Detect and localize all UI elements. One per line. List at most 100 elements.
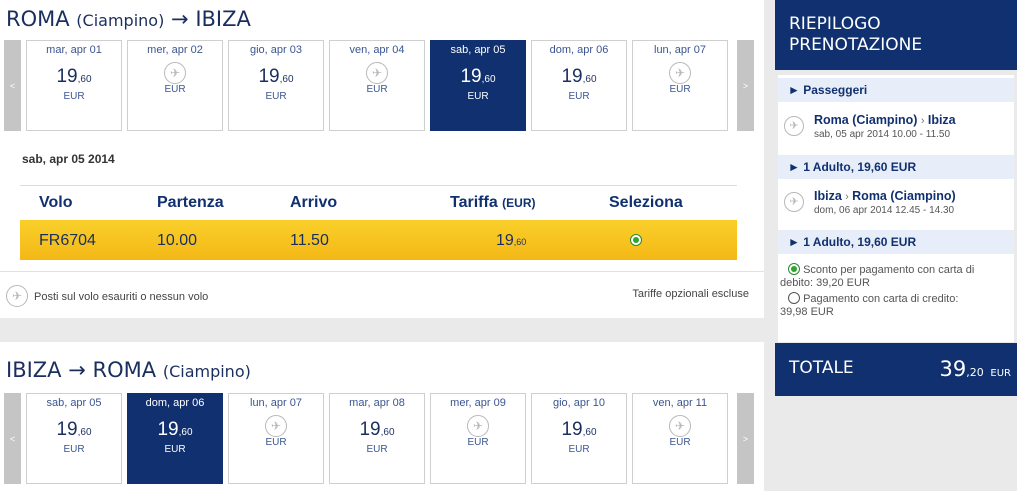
credit-option[interactable]: Pagamento con carta di credito:: [780, 292, 1014, 306]
price-cents: ,60: [77, 427, 92, 438]
price-cents: ,60: [380, 427, 395, 438]
payment-options: Sconto per pagamento con carta di debito…: [778, 263, 1014, 319]
prev-dates-button[interactable]: <: [4, 40, 21, 131]
inbound-date-bar: < sab, apr 05 19,60 EUR dom, apr 06 19,60 EUR…: [4, 393, 754, 484]
flight-arrival: 11.50: [290, 232, 329, 249]
inbound-date-cell[interactable]: dom, apr 06 19,60 EUR: [127, 393, 223, 484]
sold-out-plane-icon: ✈: [669, 415, 691, 437]
debit-amount: debito: 39,20 EUR: [780, 277, 870, 289]
route-to: IBIZA: [195, 7, 251, 31]
price-int: 19: [157, 419, 179, 440]
date-currency: EUR: [467, 437, 489, 448]
flight-number: FR6704: [39, 232, 96, 249]
next-dates-button[interactable]: >: [737, 393, 754, 484]
date-label: mer, apr 09: [450, 397, 506, 409]
outbound-date-cell[interactable]: ven, apr 04 ✈ EUR: [329, 40, 425, 131]
outbound-date-cell[interactable]: lun, apr 07 ✈ EUR: [632, 40, 728, 131]
date-currency: EUR: [366, 84, 388, 95]
sold-out-plane-icon: ✈: [467, 415, 489, 437]
debit-option[interactable]: Sconto per pagamento con carta di: [780, 263, 1014, 277]
sold-out-plane-icon: ✈: [669, 62, 691, 84]
date-currency: EUR: [568, 444, 590, 455]
route-arrow: →: [68, 358, 86, 382]
flight-table-header: Volo Partenza Arrivo Tariffa (EUR) Selez…: [20, 190, 737, 216]
prev-dates-button[interactable]: <: [4, 393, 21, 484]
route-from-sub: (Ciampino): [76, 11, 165, 30]
credit-radio[interactable]: [788, 292, 800, 304]
date-label: dom, apr 06: [145, 397, 205, 409]
inbound-fare-toggle[interactable]: ► 1 Adulto, 19,60 EUR: [778, 230, 1014, 254]
inbound-date-cell[interactable]: mar, apr 08 19,60 EUR: [329, 393, 425, 484]
total-cents: ,20: [966, 366, 984, 379]
sold-out-plane-icon: ✈: [164, 62, 186, 84]
outbound-date-cell[interactable]: sab, apr 05 19,60 EUR: [430, 40, 526, 131]
inbound-date-cell[interactable]: sab, apr 05 19,60 EUR: [26, 393, 122, 484]
inbound-date-cell[interactable]: gio, apr 10 19,60 EUR: [531, 393, 627, 484]
date-label: lun, apr 07: [654, 44, 706, 56]
date-label: ven, apr 11: [652, 397, 708, 409]
sold-out-plane-icon: ✈: [6, 285, 28, 307]
summary-out-from: Roma (Ciampino): [814, 113, 918, 127]
summary-body: ► Passeggeri ✈ Roma (Ciampino) › Ibiza s…: [778, 75, 1014, 342]
route-sep: ›: [845, 191, 849, 203]
date-label: mar, apr 01: [46, 44, 102, 56]
passengers-toggle[interactable]: ► Passeggeri: [778, 78, 1014, 102]
credit-label: Pagamento con carta di credito:: [803, 293, 959, 305]
col-arrivo: Arrivo: [290, 194, 338, 211]
outbound-date-bar: < mar, apr 01 19,60 EUR mer, apr 02 ✈ EUR gio,…: [4, 40, 754, 131]
date-label: dom, apr 06: [549, 44, 609, 56]
col-partenza: Partenza: [157, 194, 224, 211]
date-currency: EUR: [265, 437, 287, 448]
outbound-date-cell[interactable]: mer, apr 02 ✈ EUR: [127, 40, 223, 131]
sold-out-legend: Posti sul volo esauriti o nessun volo: [34, 291, 209, 303]
inbound-summary: ✈ Ibiza › Roma (Ciampino) dom, 06 apr 20…: [778, 184, 1014, 227]
route-to-sub: (Ciampino): [162, 362, 251, 381]
summary-title-line1: RIEPILOGO: [789, 14, 881, 34]
debit-radio[interactable]: [788, 263, 800, 275]
date-currency: EUR: [669, 437, 691, 448]
outbound-route-title: ROMA (Ciampino) → IBIZA: [6, 7, 251, 31]
date-price: 19,60: [330, 419, 424, 441]
sold-out-plane-icon: ✈: [265, 415, 287, 437]
route-sep: ›: [920, 115, 925, 127]
inbound-date-cell[interactable]: mer, apr 09 ✈ EUR: [430, 393, 526, 484]
outbound-date-cell[interactable]: mar, apr 01 19,60 EUR: [26, 40, 122, 131]
date-price: 19,60: [229, 66, 323, 88]
outbound-date-cell[interactable]: dom, apr 06 19,60 EUR: [531, 40, 627, 131]
price-cents: ,60: [77, 74, 92, 85]
next-dates-button[interactable]: >: [737, 40, 754, 131]
price-int: 19: [258, 66, 280, 87]
select-flight-radio[interactable]: [630, 234, 642, 246]
summary-out-to: Ibiza: [927, 113, 956, 127]
summary-in-from: Ibiza: [814, 189, 842, 203]
price-cents: ,60: [582, 427, 597, 438]
price-int: 19: [460, 66, 482, 87]
summary-in-time: dom, 06 apr 2014 12.45 - 14.30: [814, 205, 955, 216]
price-int: 19: [359, 419, 381, 440]
total-amount: 39,20 EUR: [939, 357, 1011, 381]
date-currency: EUR: [164, 84, 186, 95]
col-tariffa-label: Tariffa: [450, 194, 498, 211]
date-price: 19,60: [27, 66, 121, 88]
date-price: 19,60: [27, 419, 121, 441]
col-tariffa: Tariffa (EUR): [450, 194, 536, 212]
outbound-fare-toggle[interactable]: ► 1 Adulto, 19,60 EUR: [778, 155, 1014, 179]
summary-header: RIEPILOGO PRENOTAZIONE: [775, 0, 1017, 70]
flight-row[interactable]: FR6704 10.00 11.50 19,60: [20, 220, 737, 260]
selected-date-label: sab, apr 05 2014: [22, 152, 115, 166]
inbound-date-cell[interactable]: lun, apr 07 ✈ EUR: [228, 393, 324, 484]
credit-amount: 39,98 EUR: [780, 306, 834, 318]
fare-cents: ,60: [513, 237, 527, 247]
date-currency: EUR: [63, 444, 85, 455]
date-currency: EUR: [265, 91, 287, 102]
route-to: ROMA: [92, 358, 157, 382]
price-int: 19: [561, 419, 583, 440]
sold-out-plane-icon: ✈: [366, 62, 388, 84]
flight-departure: 10.00: [157, 232, 198, 249]
outbound-date-cell[interactable]: gio, apr 03 19,60 EUR: [228, 40, 324, 131]
date-label: gio, apr 10: [553, 397, 605, 409]
flight-table-divider: [20, 185, 737, 186]
inbound-date-cell[interactable]: ven, apr 11 ✈ EUR: [632, 393, 728, 484]
price-int: 19: [561, 66, 583, 87]
summary-in-to: Roma (Ciampino): [852, 189, 956, 203]
